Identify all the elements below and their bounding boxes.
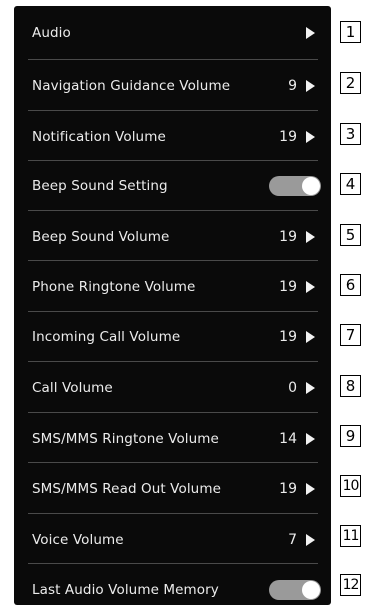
arrow-right-icon	[306, 382, 315, 394]
setting-row-navigation-guidance-volume[interactable]: Navigation Guidance Volume 9	[14, 61, 331, 111]
callout-number: 12	[340, 574, 361, 596]
last-audio-volume-memory-toggle[interactable]	[269, 580, 321, 600]
toggle-knob	[302, 581, 320, 599]
callout-number: 10	[340, 475, 361, 497]
divider	[28, 59, 318, 60]
setting-label: Navigation Guidance Volume	[32, 78, 231, 94]
setting-value: 19	[279, 329, 297, 345]
callout-number: 7	[340, 324, 361, 346]
setting-label: Notification Volume	[32, 129, 166, 145]
setting-row-call-volume[interactable]: Call Volume 0	[14, 363, 331, 413]
callout-number: 5	[340, 224, 361, 246]
setting-value: 19	[279, 229, 297, 245]
divider	[28, 513, 318, 514]
setting-value: 0	[288, 380, 297, 396]
setting-row-beep-sound-setting[interactable]: Beep Sound Setting	[14, 161, 331, 211]
setting-row-incoming-call-volume[interactable]: Incoming Call Volume 19	[14, 312, 331, 362]
callout-number: 9	[340, 425, 361, 447]
divider	[28, 110, 318, 111]
settings-panel: Audio Navigation Guidance Volume 9 Notif…	[14, 6, 331, 605]
setting-label: Call Volume	[32, 380, 113, 396]
arrow-right-icon	[306, 281, 315, 293]
arrow-right-icon	[306, 131, 315, 143]
callout-number: 1	[340, 21, 361, 43]
setting-value: 19	[279, 481, 297, 497]
setting-value: 7	[288, 532, 297, 548]
arrow-right-icon	[306, 483, 315, 495]
divider	[28, 462, 318, 463]
beep-sound-toggle[interactable]	[269, 176, 321, 196]
callout-number: 6	[340, 274, 361, 296]
arrow-right-icon	[306, 433, 315, 445]
setting-value: 19	[279, 129, 297, 145]
callout-number: 3	[340, 123, 361, 145]
setting-row-sms-mms-ringtone-volume[interactable]: SMS/MMS Ringtone Volume 14	[14, 414, 331, 464]
setting-label: Audio	[32, 25, 71, 41]
toggle-knob	[302, 177, 320, 195]
setting-row-sms-mms-read-out-volume[interactable]: SMS/MMS Read Out Volume 19	[14, 464, 331, 514]
callout-number: 8	[340, 375, 361, 397]
arrow-right-icon	[306, 80, 315, 92]
setting-label: SMS/MMS Read Out Volume	[32, 481, 221, 497]
arrow-right-icon	[306, 331, 315, 343]
divider	[28, 260, 318, 261]
setting-label: Beep Sound Volume	[32, 229, 170, 245]
divider	[28, 563, 318, 564]
setting-label: Phone Ringtone Volume	[32, 279, 196, 295]
arrow-right-icon	[306, 534, 315, 546]
arrow-right-icon	[306, 27, 315, 39]
setting-row-phone-ringtone-volume[interactable]: Phone Ringtone Volume 19	[14, 262, 331, 312]
setting-row-beep-sound-volume[interactable]: Beep Sound Volume 19	[14, 212, 331, 262]
setting-row-notification-volume[interactable]: Notification Volume 19	[14, 112, 331, 162]
callout-number: 11	[340, 525, 361, 547]
setting-label: Voice Volume	[32, 532, 124, 548]
setting-row-audio[interactable]: Audio	[14, 8, 331, 58]
setting-value: 9	[288, 78, 297, 94]
arrow-right-icon	[306, 231, 315, 243]
setting-label: Beep Sound Setting	[32, 178, 168, 194]
divider	[28, 361, 318, 362]
setting-value: 14	[279, 431, 297, 447]
divider	[28, 412, 318, 413]
setting-label: Incoming Call Volume	[32, 329, 181, 345]
setting-row-voice-volume[interactable]: Voice Volume 7	[14, 515, 331, 565]
setting-label: Last Audio Volume Memory	[32, 582, 219, 598]
setting-label: SMS/MMS Ringtone Volume	[32, 431, 219, 447]
setting-value: 19	[279, 279, 297, 295]
callout-number: 4	[340, 173, 361, 195]
setting-row-last-audio-volume-memory[interactable]: Last Audio Volume Memory	[14, 565, 331, 615]
divider	[28, 210, 318, 211]
callout-number: 2	[340, 72, 361, 94]
